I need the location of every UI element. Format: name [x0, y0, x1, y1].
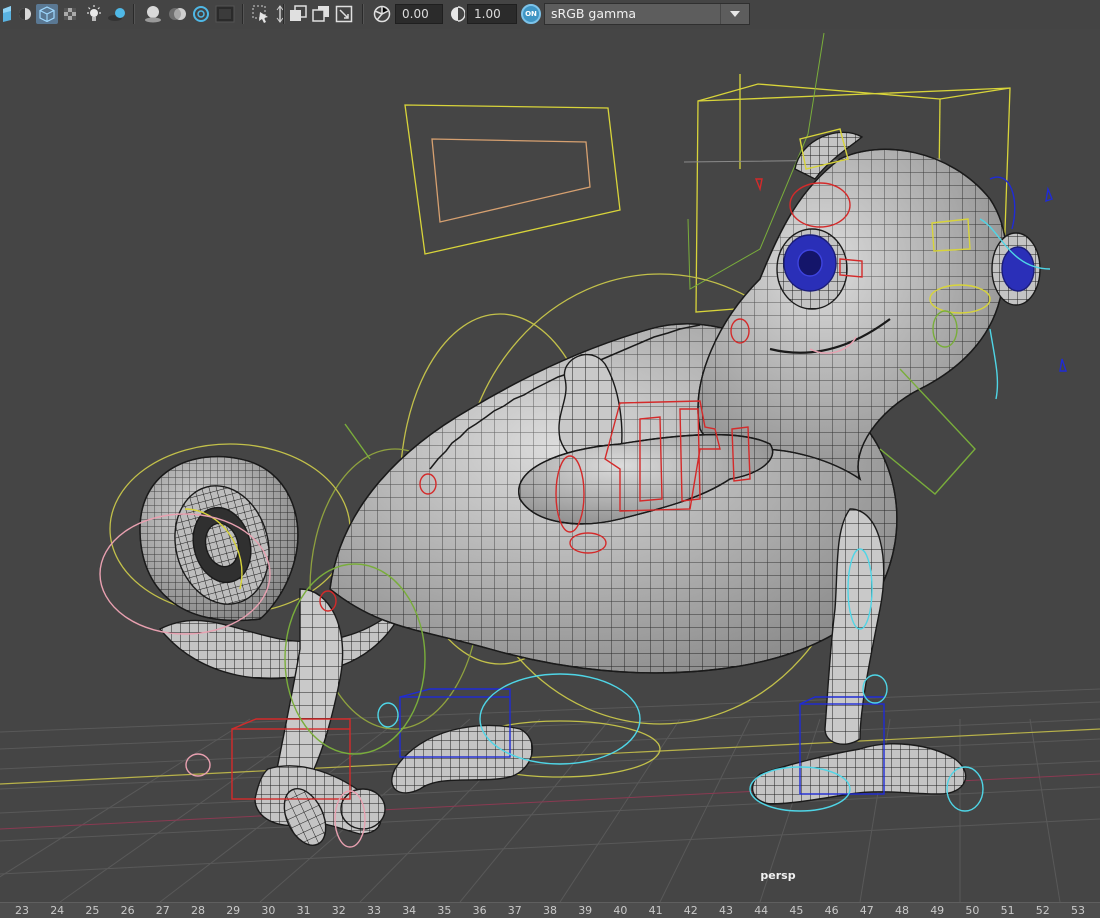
grid-icon[interactable] [334, 4, 354, 24]
xray-icon[interactable] [61, 4, 79, 24]
frame-tick-label: 43 [719, 904, 733, 917]
frame-tick-label: 23 [15, 904, 29, 917]
view-transform-label: sRGB gamma [551, 6, 637, 21]
view-transform-dropdown[interactable]: sRGB gamma [544, 3, 750, 25]
frame-tick-label: 28 [191, 904, 205, 917]
frame-tick-label: 25 [85, 904, 100, 917]
frame-tick-label: 38 [543, 904, 557, 917]
frame-tick-label: 35 [437, 904, 452, 917]
gamma-icon[interactable] [449, 4, 467, 24]
frame-tick-label: 52 [1035, 904, 1050, 917]
frame-tick-label: 49 [930, 904, 945, 917]
display-mode-icon[interactable] [0, 4, 14, 24]
shadows-icon[interactable] [106, 4, 128, 24]
resolution-gate-icon[interactable] [214, 4, 236, 24]
maya-application: 0.00 1.00 ON sRGB gamma persp 23 24 25 2… [0, 0, 1100, 918]
select-camera-icon[interactable] [250, 4, 272, 24]
chevron-down-icon [720, 4, 749, 24]
frame-tick-label: 36 [472, 904, 487, 917]
frame-tick-label: 29 [226, 904, 241, 917]
frame-tick-label: 45 [789, 904, 804, 917]
frame-tick-label: 39 [578, 904, 593, 917]
frame-tick-label: 44 [754, 904, 769, 917]
frame-tick-label: 34 [402, 904, 417, 917]
frame-tick-label: 33 [367, 904, 381, 917]
wireframe-on-shaded-icon[interactable] [36, 4, 58, 24]
frame-tick-label: 40 [613, 904, 628, 917]
exposure-icon[interactable] [371, 4, 393, 24]
scene-canvas[interactable] [0, 29, 1100, 902]
frame-tick-label: 51 [1000, 904, 1015, 917]
lights-icon[interactable] [84, 4, 104, 24]
motion-blur-icon[interactable] [167, 4, 189, 24]
frame-tick-label: 37 [507, 904, 522, 917]
frame-tick-label: 42 [683, 904, 698, 917]
depth-of-field-icon[interactable] [191, 4, 211, 24]
viewport-toolbar: 0.00 1.00 ON sRGB gamma [0, 0, 1100, 30]
frame-tick-label: 41 [648, 904, 663, 917]
gamma-field[interactable]: 1.00 [467, 4, 517, 24]
time-slider[interactable]: 23 24 25 26 27 28 29 30 31 32 33 34 35 36 37 38 39 40 41 42… [0, 902, 1100, 918]
frame-tick-label: 32 [331, 904, 346, 917]
frame-tick-label: 30 [261, 904, 276, 917]
exposure-field[interactable]: 0.00 [395, 4, 443, 24]
frame-tick-label: 24 [50, 904, 65, 917]
safe-action-icon[interactable] [288, 4, 308, 24]
safe-title-icon[interactable] [311, 4, 331, 24]
frame-tick-label: 46 [824, 904, 839, 917]
frame-tick-label: 47 [859, 904, 874, 917]
frame-tick-label: 53 [1071, 904, 1085, 917]
color-management-toggle[interactable]: ON [521, 4, 541, 24]
camera-name-label: persp [760, 869, 796, 882]
frame-tick-label: 27 [155, 904, 170, 917]
frame-tick-label: 26 [120, 904, 135, 917]
frame-tick-label: 50 [965, 904, 980, 917]
perspective-viewport[interactable]: persp [0, 29, 1100, 902]
ambient-occlusion-icon[interactable] [142, 4, 164, 24]
frame-tick-label: 48 [895, 904, 909, 917]
frame-tick-label: 31 [296, 904, 311, 917]
isolate-icon[interactable] [16, 4, 34, 24]
